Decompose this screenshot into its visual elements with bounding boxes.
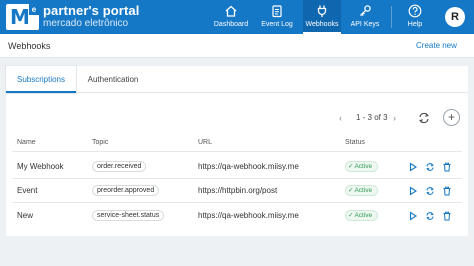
check-icon: ✓ [348,163,354,170]
run-icon[interactable] [408,162,418,172]
tab-subscriptions[interactable]: Subscriptions [6,66,76,93]
nav-divider [391,6,392,28]
home-icon [225,5,237,17]
pager-range-text: 1 - 3 of 3 [356,113,388,122]
logo-letter: M [10,5,30,29]
refresh-icon[interactable] [425,211,435,221]
check-icon: ✓ [348,212,354,219]
pager-next-button[interactable]: › [393,113,396,123]
status-text: Active [354,163,373,170]
nav-event-log-label: Event Log [261,21,293,28]
table-row-divider [12,202,462,203]
topic-badge: order.received [92,161,147,172]
nav-help-label: Help [407,21,423,28]
nav-help[interactable]: Help [398,0,432,34]
trash-icon[interactable] [442,162,452,172]
row-name: Event [17,186,38,195]
topic-badge: service-sheet.status [92,210,165,221]
page-title: Webhooks [8,41,51,51]
tab-authentication[interactable]: Authentication [80,66,146,93]
refresh-icon[interactable] [416,111,432,125]
event-log-icon [272,5,282,18]
page-footer-area [0,243,474,266]
row-name: My Webhook [17,162,64,171]
user-avatar[interactable]: R [445,7,465,27]
help-icon [408,4,422,18]
refresh-icon[interactable] [425,162,435,172]
create-new-link[interactable]: Create new [416,41,457,50]
column-header-status: Status [345,139,365,146]
status-badge: ✓Active [345,185,378,196]
key-icon [360,5,371,17]
nav-webhooks-label: Webhooks [305,21,339,28]
trash-icon[interactable] [442,211,452,221]
nav-webhooks[interactable]: Webhooks [303,0,341,34]
add-webhook-button[interactable]: + [443,109,460,126]
nav-api-keys-label: API Keys [350,21,380,28]
nav-dashboard-label: Dashboard [213,21,249,28]
row-url: https://qa-webhook.miisy.me [198,211,299,220]
run-icon[interactable] [408,211,418,221]
check-icon: ✓ [348,187,354,194]
table-row-divider [12,178,462,179]
brand-logo[interactable]: M e [6,4,39,30]
status-badge: ✓Active [345,161,378,172]
trash-icon[interactable] [442,186,452,196]
brand-title: partner's portal [43,3,140,18]
column-header-name: Name [17,139,36,146]
refresh-icon[interactable] [425,186,435,196]
logo-badge: e [29,4,39,15]
nav-api-keys[interactable]: API Keys [346,0,384,34]
table-divider [12,151,462,152]
pager-prev-button[interactable]: ‹ [339,113,342,123]
topic-badge: preorder.approved [92,185,160,196]
row-url: https://qa-webhook.miisy.me [198,162,299,171]
nav-event-log[interactable]: Event Log [258,0,296,34]
page-header [0,34,474,58]
status-badge: ✓Active [345,210,378,221]
run-icon[interactable] [408,186,418,196]
plug-icon [317,5,327,17]
brand-subtitle: mercado eletrônico [43,18,129,29]
status-text: Active [354,187,373,194]
status-text: Active [354,212,373,219]
row-name: New [17,211,34,220]
column-header-url: URL [198,139,213,146]
column-header-topic: Topic [92,139,109,146]
nav-dashboard[interactable]: Dashboard [212,0,250,34]
row-url: https://httpbin.org/post [198,186,278,195]
